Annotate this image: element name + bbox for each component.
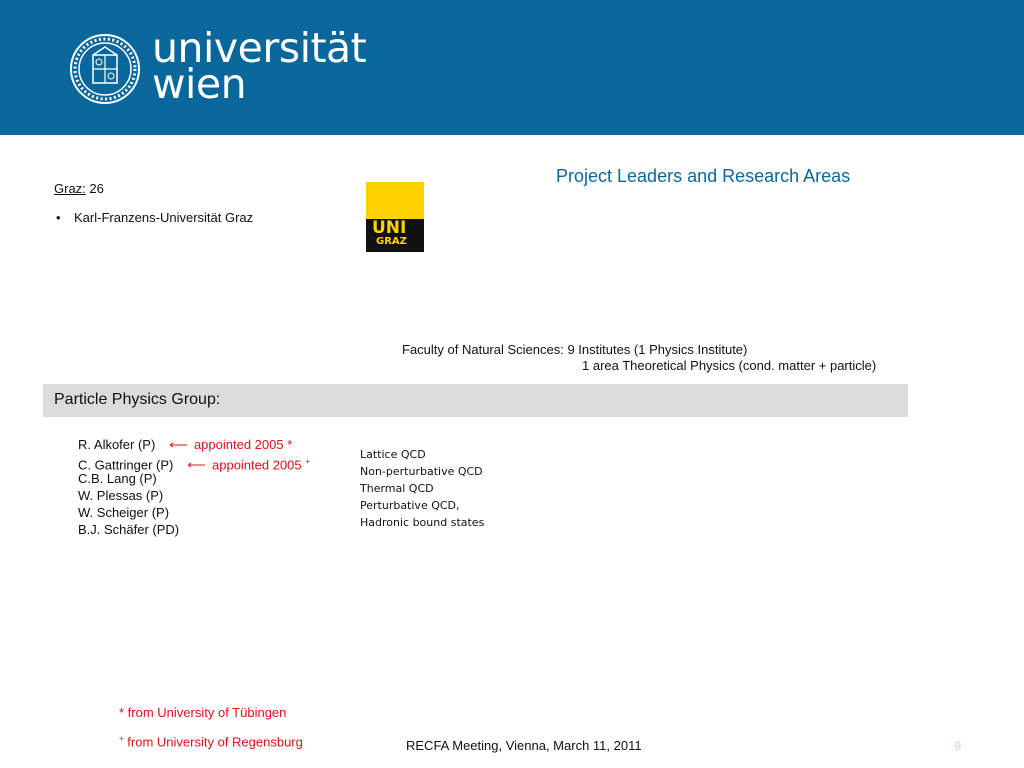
- uni-graz-logo-uni: UNI: [372, 218, 407, 238]
- arrow-left-icon: ⟵: [169, 437, 188, 452]
- university-wordmark: universität wien: [152, 28, 367, 105]
- member-row: R. Alkofer (P) ⟵ appointed 2005 *: [78, 436, 310, 453]
- header-bar: universität wien: [0, 0, 1024, 135]
- graz-label: Graz:: [54, 181, 86, 196]
- member-row: W. Scheiger (P): [78, 504, 310, 521]
- uni-graz-logo-graz: GRAZ: [376, 236, 407, 247]
- research-area: Thermal QCD: [360, 482, 434, 495]
- footnote-regensburg: + from University of Regensburg: [119, 734, 303, 749]
- group-heading-bar: Particle Physics Group:: [43, 384, 908, 417]
- footnote-text: from University of Regensburg: [127, 734, 303, 750]
- university-seal-icon: [70, 34, 140, 104]
- member-name: R. Alkofer (P): [78, 437, 156, 452]
- member-row: W. Plessas (P): [78, 487, 310, 504]
- member-row: C. Gattringer (P) ⟵ appointed 2005 +: [78, 453, 310, 473]
- footnote-tuebingen: * from University of Tübingen: [119, 705, 287, 720]
- graz-bullet-item: • Karl-Franzens-Universität Graz: [56, 210, 253, 225]
- member-note-mark: +: [305, 457, 310, 466]
- member-name: B.J. Schäfer (PD): [78, 522, 180, 537]
- member-row: B.J. Schäfer (PD): [78, 521, 310, 538]
- research-area: Non-perturbative QCD: [360, 465, 483, 478]
- group-heading: Particle Physics Group:: [54, 391, 221, 408]
- footnote-mark: +: [119, 734, 124, 743]
- research-area: Hadronic bound states: [360, 516, 485, 529]
- arrow-left-icon: ⟵: [187, 457, 206, 473]
- research-area: Lattice QCD: [360, 448, 426, 461]
- slide-footer: RECFA Meeting, Vienna, March 11, 2011: [406, 738, 642, 753]
- uni-graz-logo: UNI GRAZ: [366, 182, 424, 252]
- member-name: W. Scheiger (P): [78, 505, 170, 520]
- graz-count-line: Graz: 26: [54, 181, 104, 196]
- member-name: C.B. Lang (P): [78, 471, 157, 486]
- member-list: R. Alkofer (P) ⟵ appointed 2005 * C. Gattr…: [78, 436, 310, 538]
- graz-count: 26: [89, 181, 104, 196]
- member-note: appointed 2005: [212, 457, 302, 473]
- bullet-icon: •: [56, 210, 61, 225]
- member-name: W. Plessas (P): [78, 488, 164, 503]
- page-number: 9: [954, 738, 962, 753]
- faculty-line-2: 1 area Theoretical Physics (cond. matter…: [582, 358, 877, 373]
- graz-university: Karl-Franzens-Universität Graz: [74, 210, 254, 225]
- research-area: Perturbative QCD,: [360, 499, 460, 512]
- member-note: appointed 2005 *: [193, 437, 293, 452]
- slide-title: Project Leaders and Research Areas: [556, 166, 851, 186]
- research-areas-list: Lattice QCD Non-perturbative QCD Thermal…: [360, 446, 484, 531]
- faculty-line-1: Faculty of Natural Sciences: 9 Institute…: [402, 342, 748, 357]
